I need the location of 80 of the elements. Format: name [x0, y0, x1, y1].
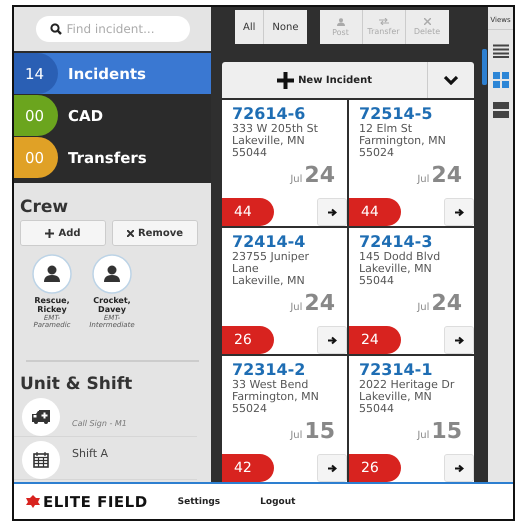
- footer-link[interactable]: Logout: [260, 496, 296, 506]
- brand-name: ELITE FIELD: [43, 492, 148, 510]
- open-button[interactable]: [444, 198, 474, 226]
- priority-badge: 44: [222, 198, 274, 226]
- open-button[interactable]: [317, 326, 348, 354]
- arrow-icon: [328, 208, 337, 216]
- date-month: Jul: [417, 302, 430, 313]
- incident-number[interactable]: 72514-5: [349, 100, 474, 123]
- add-button[interactable]: Add: [20, 220, 106, 246]
- list-view-icon[interactable]: [492, 44, 508, 58]
- arrow-icon: [328, 464, 337, 472]
- grid-view-icon[interactable]: [492, 72, 508, 88]
- date-month: Jul: [290, 302, 302, 313]
- count-badge: 00: [14, 95, 58, 136]
- priority-badge: 26: [349, 454, 402, 482]
- incident-address: 333 W 205th St Lakeville, MN 55044: [231, 123, 319, 162]
- arrow-icon: [454, 464, 464, 472]
- plus-icon: [45, 228, 54, 238]
- count-badge: 00: [14, 137, 58, 178]
- transfer-icon: [378, 18, 388, 25]
- footer-link[interactable]: Settings: [178, 496, 220, 506]
- priority-badge: 44: [349, 198, 402, 226]
- calendar-badge[interactable]: [22, 440, 60, 479]
- nav-item[interactable]: 00 Transfers: [14, 137, 211, 178]
- member-name: Crocket, Davey: [92, 297, 132, 314]
- priority-badge: 26: [222, 326, 274, 354]
- section-title: Crew: [19, 196, 70, 217]
- arrow-icon: [454, 336, 464, 344]
- arrow-icon: [454, 208, 464, 216]
- nav-item[interactable]: 00 CAD: [14, 95, 211, 136]
- person-icon: [336, 18, 344, 26]
- search-field[interactable]: Find incident...: [36, 16, 190, 42]
- avatar-icon[interactable]: [92, 254, 132, 294]
- date-day: 15: [304, 421, 336, 443]
- date-day: 24: [304, 293, 336, 315]
- incident-address: 145 Dodd Blvd Lakeville, MN 55044: [358, 251, 442, 290]
- open-button[interactable]: [444, 454, 474, 482]
- select-button[interactable]: All: [235, 10, 264, 44]
- section-title: Unit & Shift: [19, 372, 134, 394]
- count-badge: 14: [14, 53, 58, 94]
- date-month: Jul: [290, 430, 302, 441]
- close-icon: [424, 18, 430, 25]
- incident-number[interactable]: 72314-1: [349, 356, 474, 379]
- priority-badge: 24: [349, 326, 402, 354]
- incident-address: 33 West Bend Farmington, MN 55024: [231, 379, 320, 418]
- date-month: Jul: [290, 174, 302, 185]
- open-button[interactable]: [444, 326, 474, 354]
- open-button[interactable]: [317, 454, 348, 482]
- incident-address: 2022 Heritage Dr Lakeville, MN 55044: [358, 379, 456, 418]
- incident-number[interactable]: 72414-3: [349, 228, 474, 251]
- logo-icon: [26, 495, 40, 508]
- search-icon: [50, 23, 62, 35]
- date-day: 24: [304, 165, 336, 187]
- unit-badge[interactable]: [22, 398, 60, 436]
- plus-icon: [277, 72, 294, 88]
- date-month: Jul: [417, 174, 430, 185]
- arrow-icon: [328, 336, 337, 344]
- priority-badge: 42: [222, 454, 274, 482]
- incident-number[interactable]: 72314-2: [222, 356, 348, 379]
- incident-number[interactable]: 72414-4: [222, 228, 348, 251]
- nav-item[interactable]: 14 Incidents: [14, 53, 211, 94]
- open-button[interactable]: [317, 198, 348, 226]
- date-day: 15: [431, 421, 462, 443]
- split-view-icon[interactable]: [492, 102, 508, 118]
- incident-number[interactable]: 72614-6: [222, 100, 348, 123]
- date-month: Jul: [417, 430, 430, 441]
- incident-address: 23755 Juniper Lane Lakeville, MN: [231, 251, 310, 290]
- call-sign-label: Call Sign - M1: [72, 418, 127, 428]
- scrollbar[interactable]: [482, 49, 488, 85]
- date-day: 24: [431, 293, 462, 315]
- shift-label: Shift A: [72, 446, 108, 460]
- remove-button[interactable]: Remove: [112, 220, 198, 246]
- chevron-down-icon: [443, 75, 460, 85]
- avatar-icon[interactable]: [32, 254, 72, 294]
- calendar-icon: [33, 451, 49, 468]
- member-name: Rescue, Rickey: [33, 297, 71, 314]
- date-day: 24: [431, 165, 462, 187]
- close-icon: [126, 230, 134, 236]
- incident-address: 12 Elm St Farmington, MN 55024: [358, 123, 447, 162]
- ambulance-icon: [31, 408, 51, 425]
